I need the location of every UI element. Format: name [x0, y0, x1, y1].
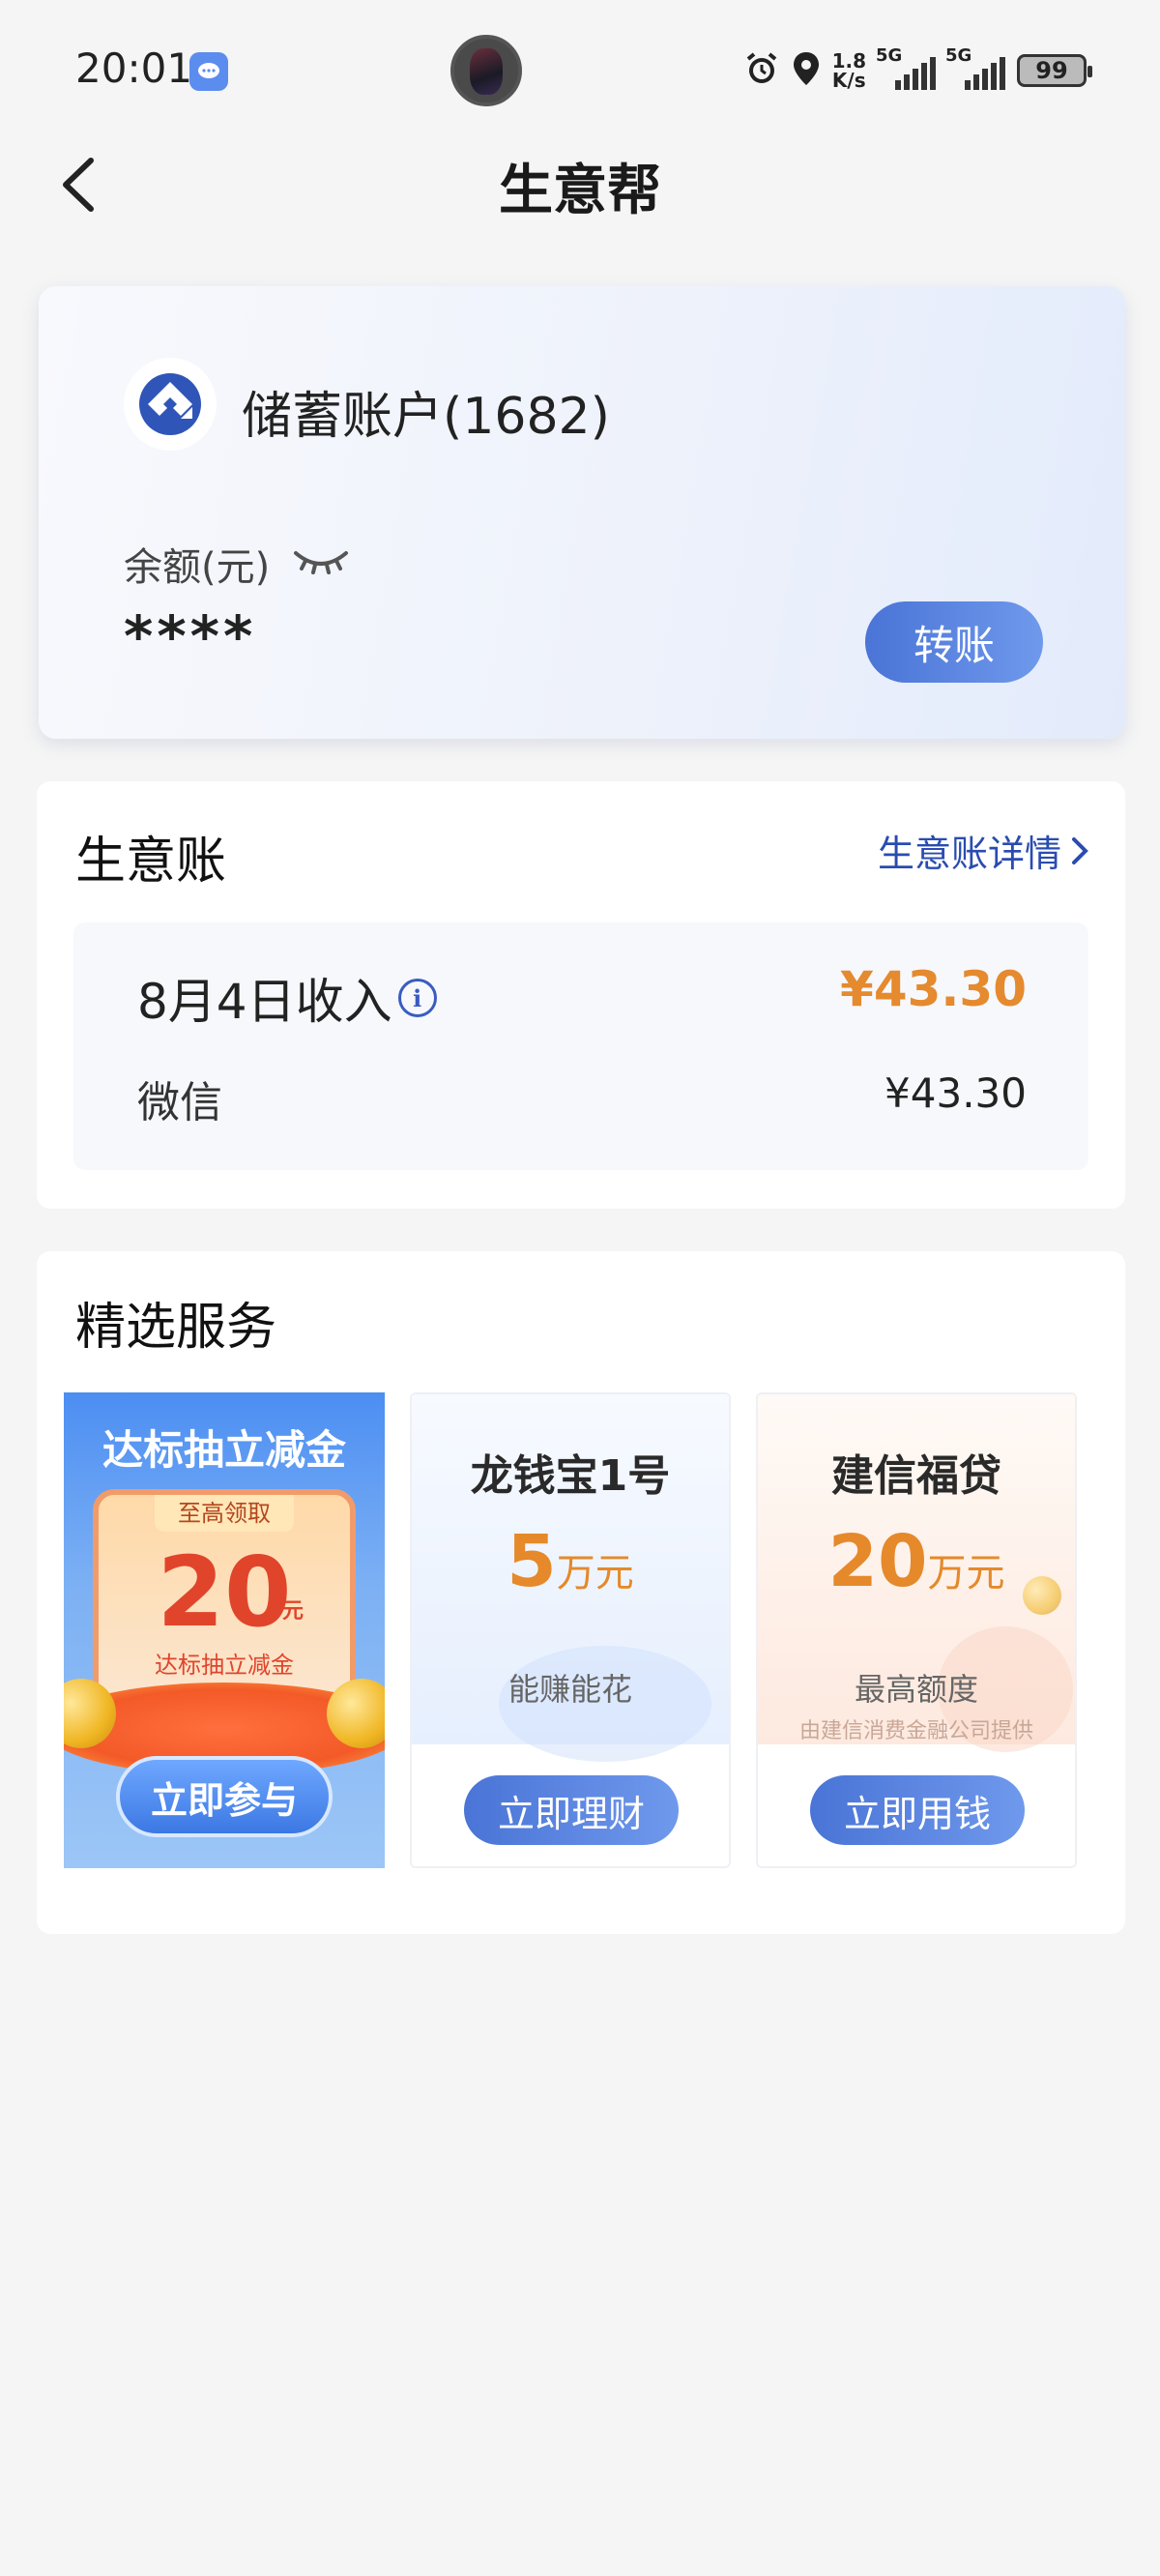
chevron-right-icon	[1072, 836, 1088, 864]
income-amount: ¥43.30	[840, 961, 1027, 1017]
camera-avatar-icon	[450, 35, 522, 106]
services-title: 精选服务	[75, 1299, 277, 1357]
service-tile-longqianbao[interactable]: 龙钱宝1号 5万元 能赚能花 立即理财	[410, 1392, 731, 1868]
signal-2-icon: 5G	[945, 45, 1005, 90]
promo-subtitle: 达标抽立减金	[155, 1652, 294, 1679]
info-icon[interactable]: i	[397, 979, 437, 1017]
promo-tag: 至高领取	[155, 1495, 294, 1532]
service-provider-note: 由建信消费金融公司提供	[798, 1719, 1033, 1743]
bank-logo-icon	[124, 358, 217, 451]
use-money-button[interactable]: 立即用钱	[810, 1775, 1025, 1845]
net-speed-unit: K/s	[831, 69, 866, 92]
promo-title: 达标抽立减金	[102, 1426, 346, 1474]
signal-1-icon: 5G	[876, 45, 936, 90]
featured-services-card: 精选服务 达标抽立减金 至高领取 20 元 达标抽立减金 立即参与 龙钱宝1号 …	[37, 1251, 1125, 1934]
income-label: 8月4日收入 i	[137, 963, 437, 1033]
promo-unit: 元	[282, 1599, 304, 1624]
service-amount-unit: 万元	[927, 1551, 1005, 1595]
service-desc: 能赚能花	[508, 1671, 632, 1708]
status-time: 20:01	[75, 44, 193, 92]
ledger-title: 生意账	[75, 833, 227, 891]
service-desc: 最高额度	[854, 1671, 978, 1708]
signal-2-label: 5G	[945, 45, 972, 66]
message-notification-icon	[189, 52, 228, 91]
location-icon	[792, 50, 821, 92]
battery-level: 99	[1035, 57, 1068, 84]
wechat-amount: ¥43.30	[884, 1069, 1027, 1117]
transfer-button[interactable]: 转账	[865, 601, 1043, 683]
service-name: 龙钱宝1号	[470, 1451, 671, 1501]
service-amount: 5万元	[412, 1520, 729, 1603]
wechat-label: 微信	[137, 1078, 222, 1127]
service-amount-value: 5	[507, 1520, 557, 1603]
promo-tile[interactable]: 达标抽立减金 至高领取 20 元 达标抽立减金 立即参与	[64, 1392, 385, 1868]
status-indicators: 1.8 K/s 5G 5G 99	[743, 45, 1092, 95]
promo-amount: 20	[157, 1536, 292, 1649]
balance-value: ****	[124, 603, 257, 669]
status-bar: 20:01 1.8 K/s 5G 5G 99	[0, 0, 1160, 135]
eye-closed-icon[interactable]	[292, 545, 350, 574]
income-label-text: 8月4日收入	[137, 974, 392, 1030]
account-name: 储蓄账户(1682)	[242, 388, 610, 446]
account-card[interactable]: 储蓄账户(1682) 余额(元) **** 转账	[39, 286, 1125, 739]
invest-now-button[interactable]: 立即理财	[464, 1775, 679, 1845]
ledger-summary: 8月4日收入 i ¥43.30 微信 ¥43.30	[73, 922, 1088, 1170]
net-speed-value: 1.8	[831, 49, 866, 73]
service-amount-unit: 万元	[556, 1551, 634, 1595]
ledger-detail-link[interactable]: 生意账详情	[878, 824, 1090, 877]
service-amount-value: 20	[827, 1520, 928, 1603]
balance-label: 余额(元)	[124, 545, 271, 590]
ledger-detail-label: 生意账详情	[877, 833, 1061, 875]
alarm-icon	[743, 50, 780, 92]
network-speed: 1.8 K/s	[832, 51, 866, 90]
service-tile-jianxinfudai[interactable]: 建信福贷 20万元 最高额度 由建信消费金融公司提供 立即用钱	[756, 1392, 1077, 1868]
service-amount: 20万元	[758, 1520, 1075, 1603]
page-title: 生意帮	[499, 160, 661, 222]
signal-1-label: 5G	[876, 45, 903, 66]
service-name: 建信福贷	[831, 1451, 1001, 1501]
battery-icon: 99	[1017, 54, 1092, 87]
business-ledger-card: 生意账 生意账详情 8月4日收入 i ¥43.30 微信 ¥43.30	[37, 781, 1125, 1209]
join-now-button[interactable]: 立即参与	[116, 1756, 333, 1837]
